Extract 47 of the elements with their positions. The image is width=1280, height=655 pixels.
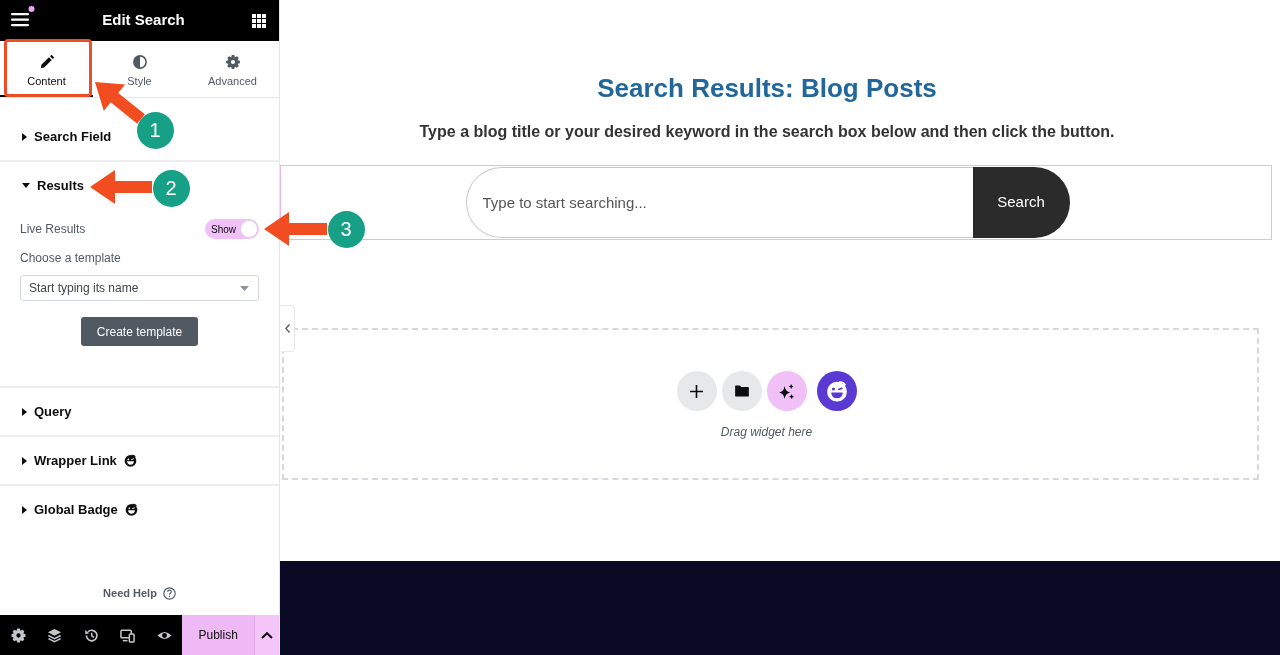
grin-face-icon [825, 380, 848, 402]
caret-right-icon [22, 505, 27, 514]
pencil-icon [39, 55, 54, 69]
gear-icon[interactable] [10, 627, 26, 643]
caret-right-icon [22, 456, 27, 465]
chevron-left-icon [285, 324, 290, 333]
caret-down-icon [240, 285, 249, 291]
section-header[interactable]: Query [0, 388, 279, 435]
template-select-field[interactable]: Start typing its name [20, 275, 259, 301]
gear-icon [225, 55, 240, 69]
apps-grid-icon[interactable] [252, 13, 266, 28]
page-heading: Search Results: Blog Posts [596, 72, 938, 104]
caret-right-icon [22, 407, 27, 416]
chevron-up-icon [261, 631, 274, 639]
grin-face-button[interactable] [816, 371, 857, 411]
search-input-field[interactable]: Type to start searching... [465, 167, 973, 238]
toggle-switch[interactable]: Show [205, 219, 259, 239]
panel-tab[interactable]: Advanced [186, 41, 279, 97]
caret-right-icon [22, 132, 27, 141]
folder-button[interactable] [721, 371, 762, 411]
panel-tab[interactable]: Style [93, 41, 186, 97]
publish-options-button[interactable] [254, 615, 279, 655]
question-circle-icon [162, 586, 176, 600]
field-label: Live Results [20, 221, 86, 237]
callout-arrow [90, 170, 152, 204]
plus-icon [690, 384, 703, 398]
drop-zone-hint: Drag widget here [720, 424, 813, 440]
half-circle-icon [132, 55, 147, 69]
section-header[interactable]: Wrapper Link [0, 437, 279, 484]
page-subheading: Type a blog title or your desired keyword in the search box below and then click the button. [418, 122, 1116, 142]
publish-button[interactable]: Publish [182, 615, 255, 655]
create-template-button[interactable]: Create template [80, 317, 199, 346]
folder-icon [734, 385, 749, 397]
callout-arrow [264, 212, 327, 246]
history-icon[interactable] [83, 627, 99, 643]
search-button[interactable]: Search [972, 167, 1070, 238]
menu-icon[interactable] [11, 6, 35, 27]
need-help-link[interactable]: Need Help [103, 585, 176, 601]
section-header[interactable]: Global Badge [0, 486, 279, 533]
panel-tab[interactable]: Content [0, 41, 93, 97]
sparkle-button[interactable] [766, 371, 807, 411]
layers-icon[interactable] [47, 627, 63, 643]
sparkle-icon [779, 383, 794, 399]
field-label: Choose a template [20, 250, 122, 266]
panel-title: Edit Search [102, 10, 185, 31]
caret-down-icon [22, 183, 30, 188]
responsive-devices-icon[interactable] [120, 627, 136, 643]
